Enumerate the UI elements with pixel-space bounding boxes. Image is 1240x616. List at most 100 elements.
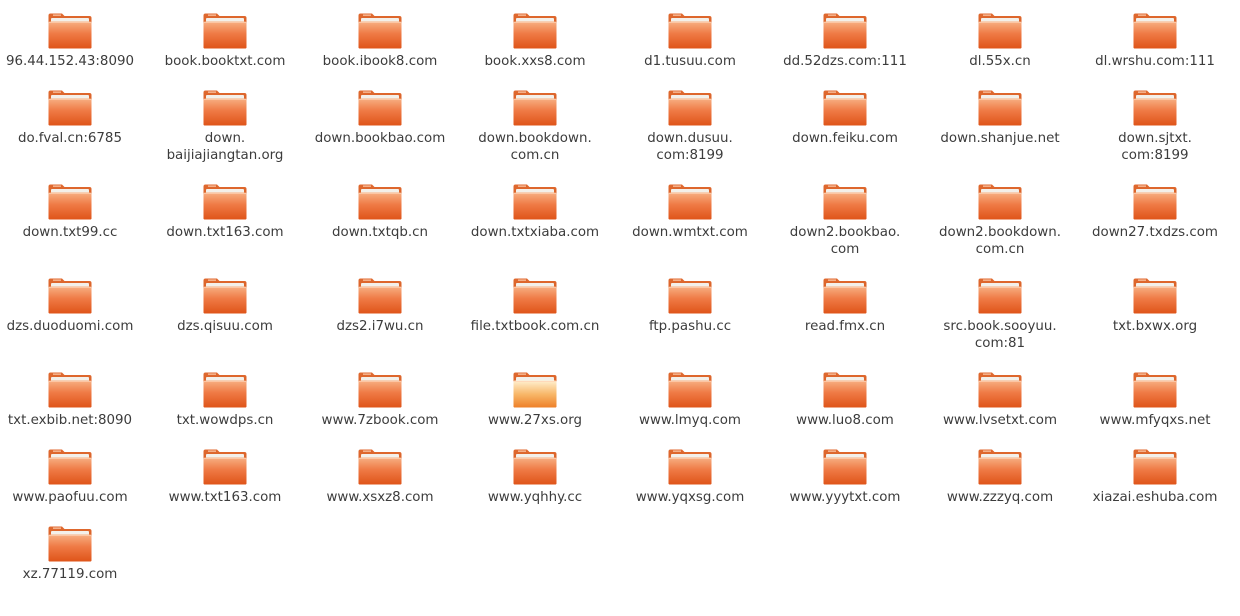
folder-icon [823, 184, 867, 220]
folder-item-43[interactable]: www.yqhhy.cc [460, 448, 610, 506]
folder-item-open-35[interactable]: www.27xs.org [460, 371, 610, 429]
folder-icon [668, 184, 712, 220]
folder-item-44[interactable]: www.yqxsg.com [615, 448, 765, 506]
folder-item-37[interactable]: www.luo8.com [770, 371, 920, 429]
folder-item-7[interactable]: dl.wrshu.com:111 [1080, 12, 1230, 70]
folder-icon [823, 372, 867, 408]
folder-icon [823, 13, 867, 49]
folder-item-2[interactable]: book.ibook8.com [305, 12, 455, 70]
folder-item-39[interactable]: www.mfyqxs.net [1080, 371, 1230, 429]
folder-label: www.7zbook.com [321, 413, 439, 428]
folder-item-25[interactable]: dzs.qisuu.com [150, 277, 300, 335]
folder-item-9[interactable]: down. baijiajiangtan.org [150, 89, 300, 164]
folder-label: txt.exbib.net:8090 [7, 413, 133, 428]
folder-icon [978, 184, 1022, 220]
folder-item-14[interactable]: down.shanjue.net [925, 89, 1075, 147]
folder-label: www.txt163.com [168, 490, 282, 505]
folder-item-42[interactable]: www.xsxz8.com [305, 448, 455, 506]
folder-icon [1133, 184, 1177, 220]
folder-label: book.xxs8.com [484, 54, 586, 69]
folder-item-13[interactable]: down.feiku.com [770, 89, 920, 147]
folder-label: down2.bookbao. com [789, 225, 901, 257]
folder-item-45[interactable]: www.yyytxt.com [770, 448, 920, 506]
folder-item-26[interactable]: dzs2.i7wu.cn [305, 277, 455, 335]
folder-item-3[interactable]: book.xxs8.com [460, 12, 610, 70]
folder-icon [823, 449, 867, 485]
folder-item-36[interactable]: www.lmyq.com [615, 371, 765, 429]
folder-item-18[interactable]: down.txtqb.cn [305, 183, 455, 241]
folder-label: www.zzzyq.com [946, 490, 1054, 505]
folder-label: 96.44.152.43:8090 [5, 54, 135, 69]
folder-icon [513, 13, 557, 49]
folder-label: ftp.pashu.cc [648, 319, 732, 334]
folder-label: down2.bookdown. com.cn [939, 225, 1061, 257]
folder-label: book.booktxt.com [164, 54, 286, 69]
folder-item-48[interactable]: xz.77119.com [0, 525, 145, 583]
folder-item-24[interactable]: dzs.duoduomi.com [0, 277, 145, 335]
folder-item-8[interactable]: do.fval.cn:6785 [0, 89, 145, 147]
folder-item-0[interactable]: 96.44.152.43:8090 [0, 12, 145, 70]
folder-item-31[interactable]: txt.bxwx.org [1080, 277, 1230, 335]
folder-label: xz.77119.com [22, 567, 118, 582]
folder-label: www.yyytxt.com [789, 490, 901, 505]
folder-label: xiazai.eshuba.com [1092, 490, 1218, 505]
folder-item-33[interactable]: txt.wowdps.cn [150, 371, 300, 429]
folder-item-19[interactable]: down.txtxiaba.com [460, 183, 610, 241]
folder-label: www.27xs.org [487, 413, 583, 428]
folder-item-27[interactable]: file.txtbook.com.cn [460, 277, 610, 335]
folder-item-1[interactable]: book.booktxt.com [150, 12, 300, 70]
folder-label: www.yqhhy.cc [487, 490, 583, 505]
folder-item-28[interactable]: ftp.pashu.cc [615, 277, 765, 335]
folder-item-12[interactable]: down.dusuu. com:8199 [615, 89, 765, 164]
folder-icon [1133, 372, 1177, 408]
folder-icon [1133, 449, 1177, 485]
folder-icon [668, 13, 712, 49]
folder-icon [668, 449, 712, 485]
folder-item-10[interactable]: down.bookbao.com [305, 89, 455, 147]
folder-label: down.bookdown. com.cn [478, 131, 592, 163]
folder-item-41[interactable]: www.txt163.com [150, 448, 300, 506]
folder-label: dzs2.i7wu.cn [336, 319, 424, 334]
folder-icon [668, 278, 712, 314]
folder-label: down.txtxiaba.com [470, 225, 600, 240]
folder-item-22[interactable]: down2.bookdown. com.cn [925, 183, 1075, 258]
folder-item-32[interactable]: txt.exbib.net:8090 [0, 371, 145, 429]
folder-icon [513, 449, 557, 485]
folder-item-6[interactable]: dl.55x.cn [925, 12, 1075, 70]
folder-label: txt.bxwx.org [1112, 319, 1198, 334]
folder-icon [978, 90, 1022, 126]
folder-icon [823, 278, 867, 314]
folder-icon [48, 184, 92, 220]
folder-icon [513, 184, 557, 220]
folder-item-30[interactable]: src.book.sooyuu. com:81 [925, 277, 1075, 352]
folder-item-23[interactable]: down27.txdzs.com [1080, 183, 1230, 241]
folder-label: down27.txdzs.com [1092, 225, 1218, 240]
folder-item-4[interactable]: d1.tusuu.com [615, 12, 765, 70]
folder-item-15[interactable]: down.sjtxt. com:8199 [1080, 89, 1230, 164]
folder-item-47[interactable]: xiazai.eshuba.com [1080, 448, 1230, 506]
folder-label: do.fval.cn:6785 [18, 131, 122, 146]
folder-label: txt.wowdps.cn [176, 413, 274, 428]
folder-item-17[interactable]: down.txt163.com [150, 183, 300, 241]
folder-icon [358, 184, 402, 220]
folder-label: down.txtqb.cn [332, 225, 428, 240]
folder-label: dzs.qisuu.com [177, 319, 273, 334]
folder-icon [1133, 13, 1177, 49]
folder-label: down.txt99.cc [22, 225, 118, 240]
folder-item-16[interactable]: down.txt99.cc [0, 183, 145, 241]
folder-icon [978, 13, 1022, 49]
folder-item-34[interactable]: www.7zbook.com [305, 371, 455, 429]
folder-label: down.dusuu. com:8199 [647, 131, 733, 163]
folder-label: down.wmtxt.com [632, 225, 748, 240]
folder-item-29[interactable]: read.fmx.cn [770, 277, 920, 335]
folder-item-40[interactable]: www.paofuu.com [0, 448, 145, 506]
folder-item-38[interactable]: www.lvsetxt.com [925, 371, 1075, 429]
folder-label: dd.52dzs.com:111 [783, 54, 907, 69]
folder-item-11[interactable]: down.bookdown. com.cn [460, 89, 610, 164]
folder-item-46[interactable]: www.zzzyq.com [925, 448, 1075, 506]
folder-icon [1133, 90, 1177, 126]
folder-item-20[interactable]: down.wmtxt.com [615, 183, 765, 241]
folder-item-5[interactable]: dd.52dzs.com:111 [770, 12, 920, 70]
folder-label: book.ibook8.com [322, 54, 438, 69]
folder-item-21[interactable]: down2.bookbao. com [770, 183, 920, 258]
